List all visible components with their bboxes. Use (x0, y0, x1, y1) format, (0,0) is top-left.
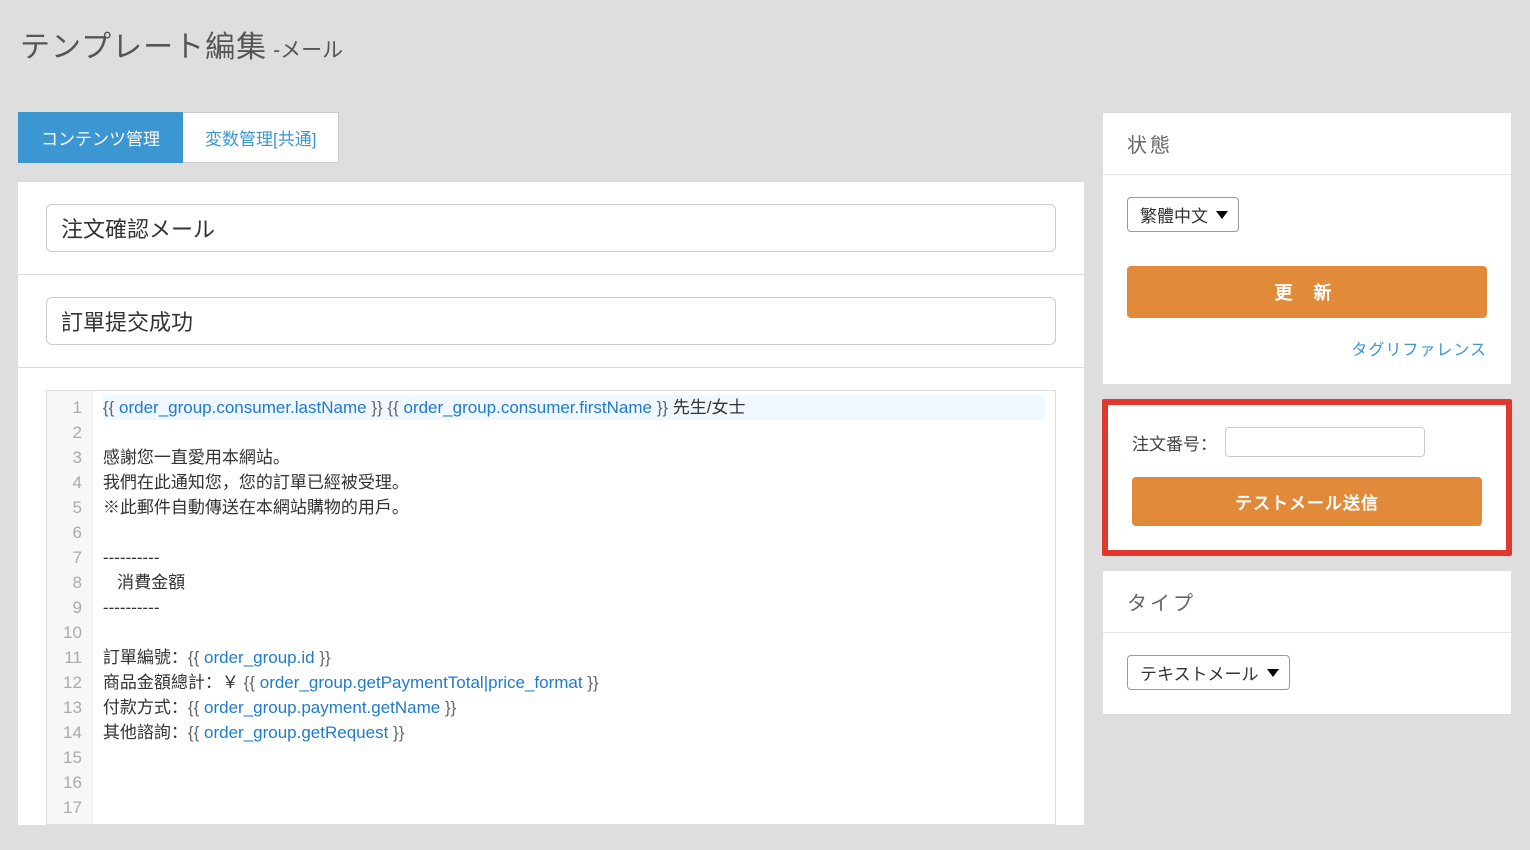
tab-variables[interactable]: 変数管理[共通] (183, 112, 339, 163)
editor-line[interactable] (103, 620, 1045, 645)
editor-line[interactable]: ※此郵件自動傳送在本網站購物的用戶。 (103, 495, 1045, 520)
order-number-input[interactable] (1225, 427, 1425, 457)
type-select[interactable]: テキストメール (1127, 655, 1290, 690)
subject-input[interactable] (46, 297, 1056, 345)
editor-line[interactable]: 其他諮詢：{{ order_group.getRequest }} (103, 720, 1045, 745)
editor-line[interactable]: ---------- (103, 545, 1045, 570)
update-button[interactable]: 更 新 (1127, 266, 1487, 318)
type-selected: テキストメール (1140, 660, 1259, 685)
code-editor[interactable]: 1234567891011121314151617 {{ order_group… (46, 390, 1056, 825)
status-header: 状態 (1103, 113, 1511, 175)
tab-contents[interactable]: コンテンツ管理 (18, 112, 183, 163)
page-subtitle: -メール (273, 34, 343, 64)
editor-line[interactable] (103, 520, 1045, 545)
editor-line[interactable]: 訂單編號：{{ order_group.id }} (103, 645, 1045, 670)
tabs: コンテンツ管理 変数管理[共通] (18, 112, 1084, 163)
editor-line[interactable]: ---------- (103, 595, 1045, 620)
editor-line[interactable]: 商品金額總計：￥ {{ order_group.getPaymentTotal|… (103, 670, 1045, 695)
order-number-label: 注文番号： (1132, 430, 1217, 455)
test-mail-card: 注文番号： テストメール送信 (1102, 399, 1512, 556)
editor-line[interactable]: 我們在此通知您，您的訂單已經被受理。 (103, 470, 1045, 495)
editor-line[interactable]: 感謝您一直愛用本網站。 (103, 445, 1045, 470)
editor-line[interactable]: {{ order_group.consumer.lastName }} {{ o… (103, 395, 1045, 420)
template-name-input[interactable] (46, 204, 1056, 252)
editor-line[interactable]: 付款方式：{{ order_group.payment.getName }} (103, 695, 1045, 720)
chevron-down-icon (1267, 669, 1279, 677)
chevron-down-icon (1216, 211, 1228, 219)
editor-line[interactable] (103, 745, 1045, 770)
language-selected: 繁體中文 (1140, 202, 1208, 227)
editor-line[interactable] (103, 420, 1045, 445)
page-title: テンプレート編集 (20, 22, 267, 66)
language-select[interactable]: 繁體中文 (1127, 197, 1239, 232)
editor-line[interactable] (103, 770, 1045, 795)
editor-line[interactable] (103, 795, 1045, 820)
send-test-mail-button[interactable]: テストメール送信 (1132, 477, 1482, 526)
type-header: タイプ (1103, 571, 1511, 633)
editor-line[interactable]: 消費金額 (103, 570, 1045, 595)
tag-reference-link[interactable]: タグリファレンス (1351, 342, 1487, 359)
